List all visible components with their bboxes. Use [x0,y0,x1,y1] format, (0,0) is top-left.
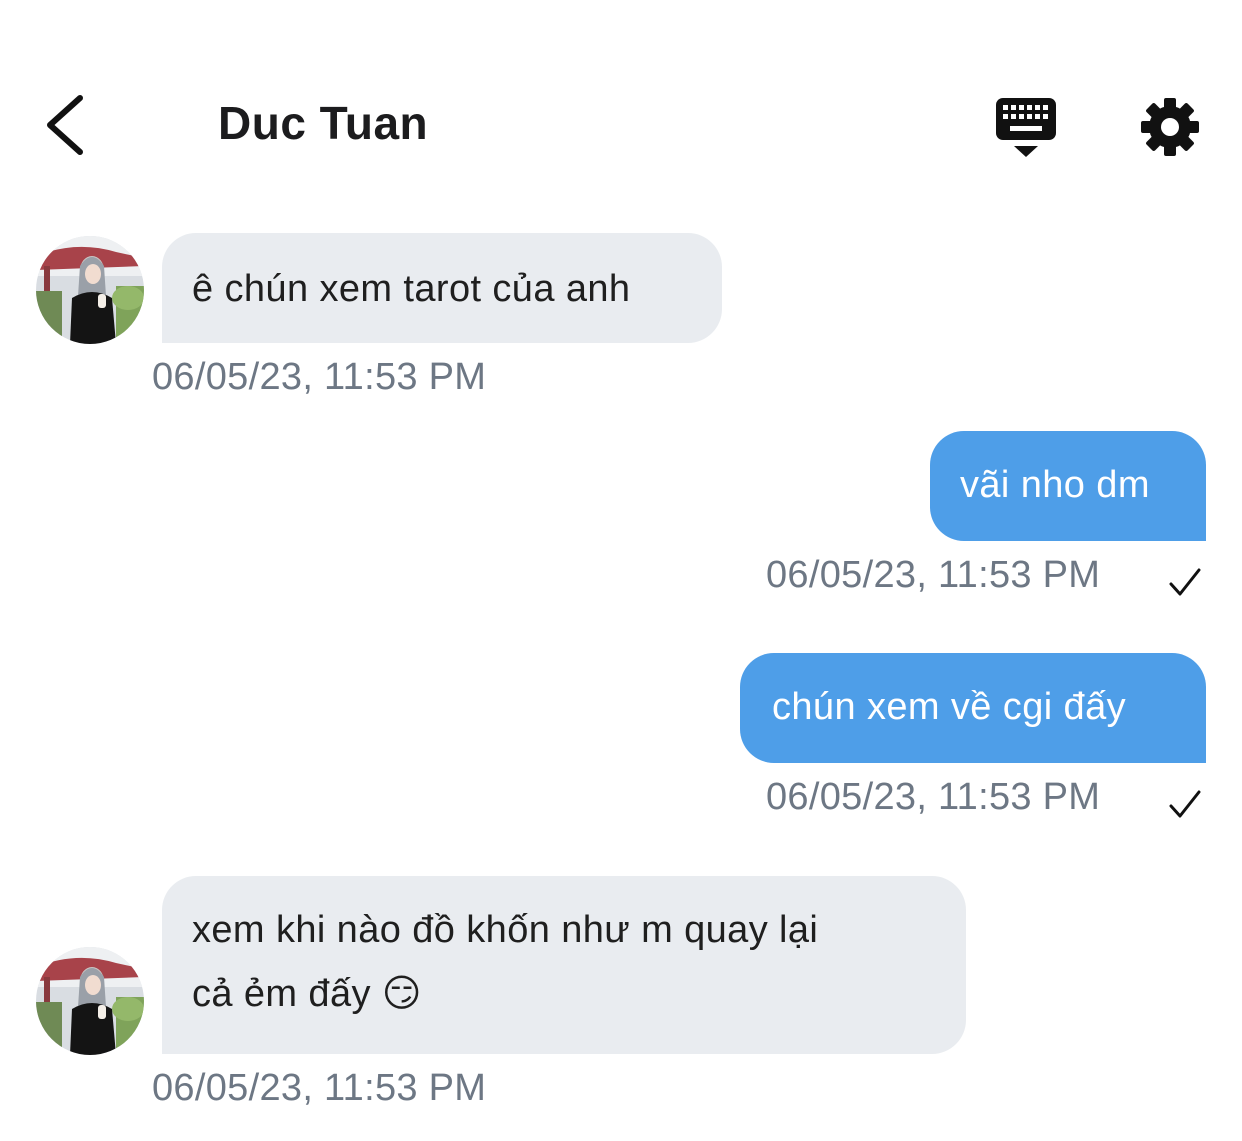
chat-header: Duc Tuan [0,0,1242,200]
message-text: chún xem về cgi đấy [772,686,1126,728]
message-text: vãi nho dm [960,464,1150,506]
message-text-line: cả ẻm đấy 😏 [192,973,422,1015]
message-bubble-outgoing[interactable]: vãi nho dm [930,431,1206,541]
contact-photo [36,947,144,1055]
back-button[interactable] [40,90,96,160]
keyboard-hide-icon [996,98,1056,157]
gear-icon [1141,98,1199,156]
message-bubble-outgoing[interactable]: chún xem về cgi đấy [740,653,1206,763]
message-timestamp: 06/05/23, 11:53 PM [766,776,1101,818]
chevron-left-icon [47,95,83,155]
message-timestamp: 06/05/23, 11:53 PM [152,1067,487,1109]
message-text-line: xem khi nào đồ khốn như m quay lại [192,909,819,951]
message-bubble-incoming[interactable]: xem khi nào đồ khốn như m quay lại cả ẻm… [162,876,966,1054]
contact-photo [36,236,144,344]
contact-name: Duc Tuan [218,97,429,149]
sent-check-icon [1169,568,1201,596]
message-bubble-incoming[interactable]: ê chún xem tarot của anh [162,233,722,343]
message-text: ê chún xem tarot của anh [192,268,631,310]
sent-check-icon [1169,790,1201,818]
avatar[interactable] [36,236,144,344]
settings-button[interactable] [1138,95,1202,159]
message-timestamp: 06/05/23, 11:53 PM [152,356,487,398]
keyboard-button[interactable] [994,96,1058,160]
avatar[interactable] [36,947,144,1055]
message-timestamp: 06/05/23, 11:53 PM [766,554,1101,596]
